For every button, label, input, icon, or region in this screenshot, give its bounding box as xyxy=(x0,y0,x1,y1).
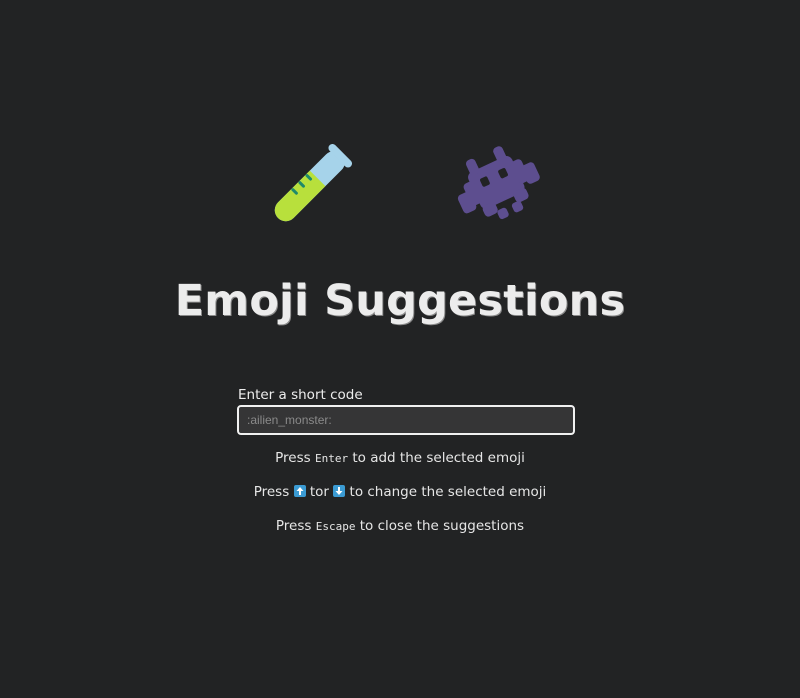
hint-enter-suffix: to add the selected emoji xyxy=(352,450,525,466)
escape-key: Escape xyxy=(315,520,356,533)
hint-arrows-middle: tor xyxy=(309,484,329,500)
short-code-label: Enter a short code xyxy=(238,387,363,403)
hint-arrows: Press tor to change the selected emoji xyxy=(0,484,800,500)
hint-escape: Press Escape to close the suggestions xyxy=(0,518,800,534)
enter-key: Enter xyxy=(314,452,349,465)
page: Emoji Suggestions Enter a short code Pre… xyxy=(0,0,800,698)
hint-escape-prefix: Press xyxy=(275,518,312,534)
short-code-input[interactable] xyxy=(237,405,575,435)
hint-enter: Press Enter to add the selected emoji xyxy=(0,450,800,466)
arrow-down-icon xyxy=(333,485,346,497)
hint-enter-prefix: Press xyxy=(275,450,311,466)
hint-arrows-suffix: to change the selected emoji xyxy=(349,484,547,500)
arrow-up-icon xyxy=(293,485,306,497)
alien-monster-icon xyxy=(457,146,540,220)
hint-arrows-prefix: Press xyxy=(253,484,290,500)
test-tube-icon xyxy=(274,144,352,222)
page-title: Emoji Suggestions xyxy=(174,276,626,326)
hint-escape-suffix: to close the suggestions xyxy=(359,518,525,534)
